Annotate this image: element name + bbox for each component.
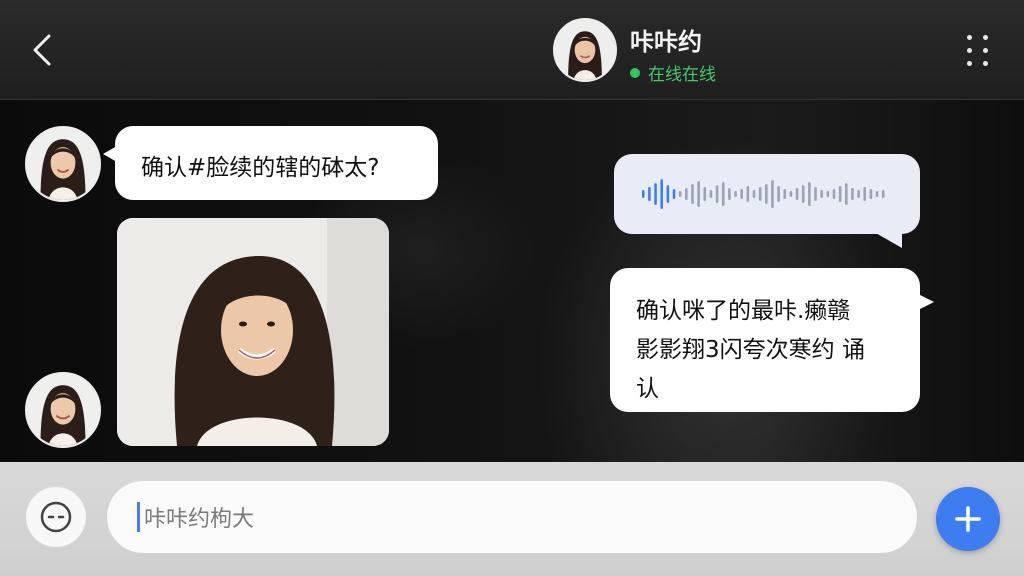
more-vertical-icon xyxy=(967,34,972,40)
avatar-woman-icon xyxy=(555,20,615,80)
message-text: 确认#脸续的辖的砵太? xyxy=(141,155,380,181)
chat-header: 咔咔约 在线在线 xyxy=(0,0,1024,100)
outgoing-message-bubble[interactable]: 确认咪了的最咔.癞赣 影影翔3闪夸次寒约 诵 认 xyxy=(610,268,934,412)
add-button[interactable] xyxy=(936,487,1000,551)
contact-name: 咔咔约 xyxy=(630,28,702,56)
message-input-value: 咔咔约枸大 xyxy=(144,507,255,532)
text-caret xyxy=(137,502,140,532)
sender-avatar[interactable] xyxy=(25,372,101,448)
photo-woman-smiling xyxy=(117,218,389,446)
plus-icon xyxy=(955,506,981,532)
message-input[interactable]: 咔咔约枸大 xyxy=(107,481,917,553)
incoming-message-bubble[interactable]: 确认#脸续的辖的砵太? xyxy=(103,126,438,200)
avatar-woman-icon xyxy=(27,128,99,200)
emoji-button[interactable] xyxy=(26,487,86,547)
message-line: 确认咪了的最咔.癞赣 xyxy=(636,298,851,324)
incoming-photo-message[interactable] xyxy=(117,218,389,446)
online-dot-icon xyxy=(630,67,640,78)
back-button[interactable] xyxy=(22,28,62,72)
online-status: 在线在线 xyxy=(630,60,716,85)
waveform-icon xyxy=(641,179,885,209)
sender-avatar[interactable] xyxy=(25,126,101,202)
avatar-woman-icon xyxy=(27,374,99,446)
contact-avatar[interactable] xyxy=(553,18,617,82)
chevron-left-icon xyxy=(33,34,51,66)
message-line: 认 xyxy=(636,376,659,402)
message-line: 影影翔3闪夸次寒约 诵 xyxy=(636,337,865,363)
status-text: 在线在线 xyxy=(648,65,716,85)
more-menu-button[interactable] xyxy=(964,30,992,70)
outgoing-voice-message[interactable] xyxy=(614,154,920,248)
emoji-icon xyxy=(40,501,72,533)
